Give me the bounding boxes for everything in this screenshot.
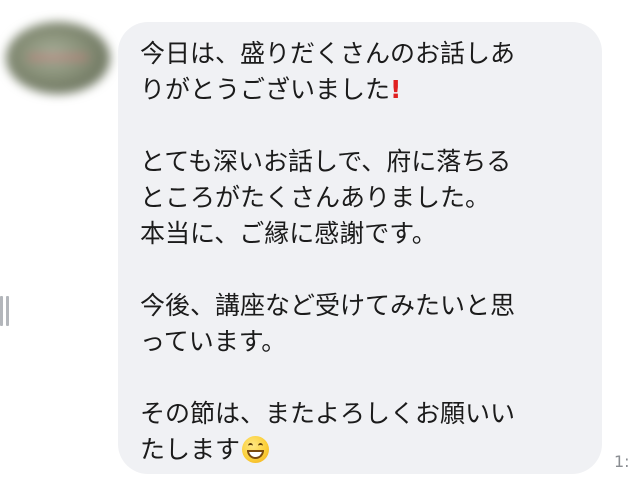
message-line: 本当に、ご縁に感謝です。: [140, 219, 437, 248]
sender-avatar[interactable]: [6, 22, 110, 94]
message-line: っています。: [140, 327, 287, 356]
message-line: その節は、またよろしくお願いい: [140, 399, 516, 428]
message-line: とても深いお話しで、府に落ちる: [140, 147, 512, 176]
avatar-image-detail: [28, 55, 88, 60]
message-timestamp: 1:: [614, 452, 630, 471]
message-line: りがとうございました: [140, 75, 391, 104]
exclamation-icon: !: [390, 75, 402, 104]
message-line: 今後、講座など受けてみたいと思: [140, 291, 516, 320]
message-line: ところがたくさんありました。: [140, 183, 491, 212]
grinning-face-icon: [242, 436, 270, 463]
side-bars-icon: [0, 296, 10, 326]
message-text: 今日は、盛りだくさんのお話しあ りがとうございました! とても深いお話しで、府に…: [140, 36, 595, 468]
message-line: たします: [140, 435, 241, 464]
message-line: 今日は、盛りだくさんのお話しあ: [140, 39, 516, 68]
